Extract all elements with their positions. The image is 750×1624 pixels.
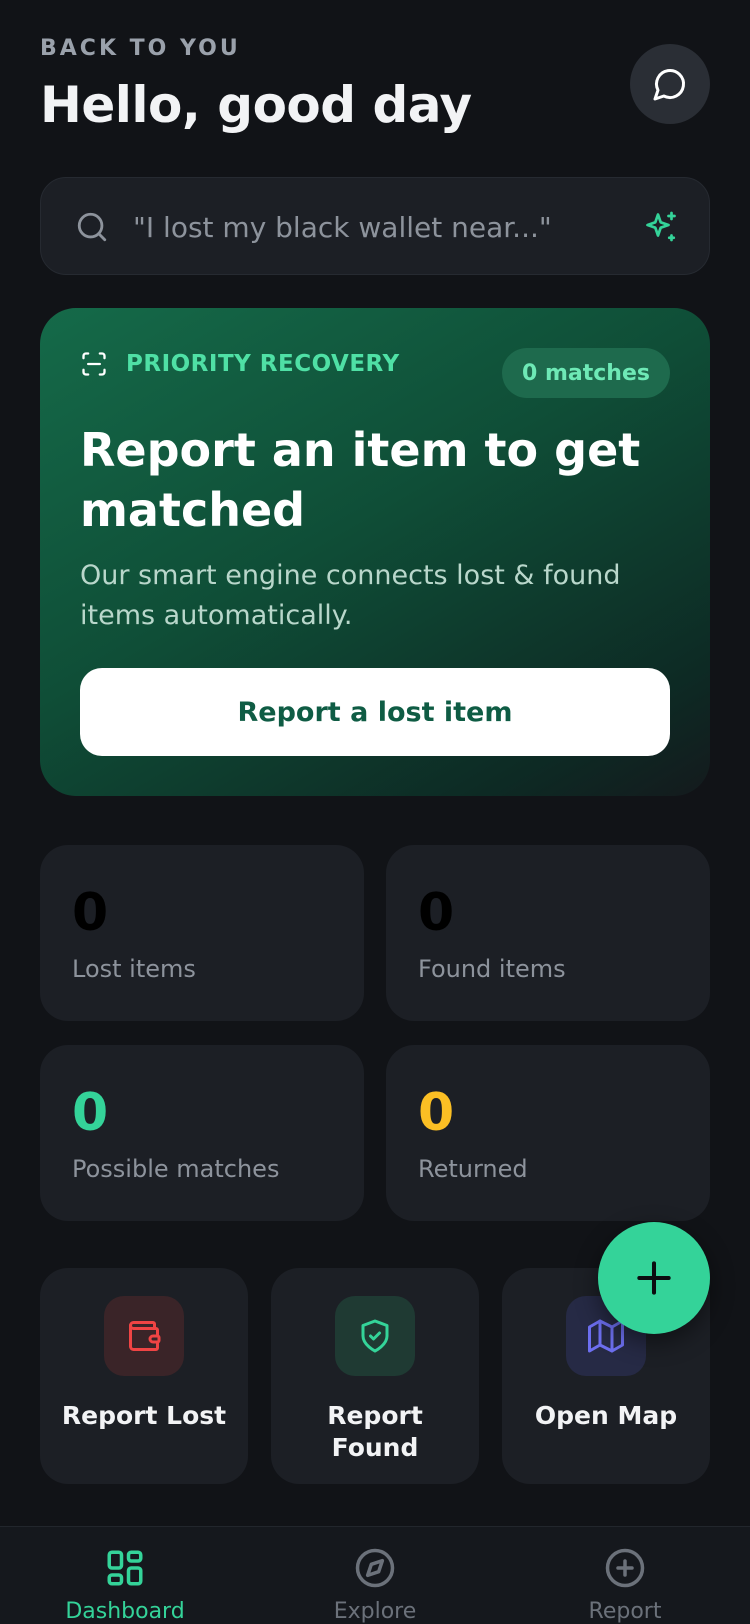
action-icon-tile (335, 1296, 415, 1376)
plus-icon (637, 1261, 671, 1295)
plus-circle-icon (605, 1548, 645, 1588)
hero-tag: PRIORITY RECOVERY (80, 350, 400, 378)
stat-found-items[interactable]: 0 Found items (386, 845, 710, 1021)
nav-report[interactable]: Report (500, 1527, 750, 1624)
page-title: Hello, good day (40, 76, 472, 134)
stat-value: 0 (418, 883, 455, 943)
shield-check-icon (361, 1319, 389, 1353)
stat-label: Possible matches (72, 1155, 280, 1183)
dashboard-screen: BACK TO YOU Hello, good day PRIORITY REC… (0, 0, 750, 1624)
add-fab-button[interactable] (598, 1222, 710, 1334)
matches-badge: 0 matches (502, 348, 670, 398)
report-found-action[interactable]: Report Found (271, 1268, 479, 1484)
search-bar[interactable] (40, 177, 710, 275)
nav-dashboard[interactable]: Dashboard (0, 1527, 250, 1624)
compass-icon (355, 1548, 395, 1588)
report-lost-item-button[interactable]: Report a lost item (80, 668, 670, 756)
grid-icon (107, 1550, 143, 1586)
search-icon (77, 212, 107, 242)
stat-label: Returned (418, 1155, 528, 1183)
stat-value: 0 (72, 883, 109, 943)
stat-label: Found items (418, 955, 566, 983)
map-icon (588, 1319, 624, 1353)
action-label: Report Found (327, 1401, 423, 1462)
stat-returned[interactable]: 0 Returned (386, 1045, 710, 1221)
hero-tag-label: PRIORITY RECOVERY (126, 351, 400, 377)
scan-frame-icon (82, 352, 106, 376)
report-lost-action[interactable]: Report Lost (40, 1268, 248, 1484)
header-eyebrow: BACK TO YOU (40, 36, 241, 61)
action-label: Open Map (534, 1401, 678, 1430)
stat-possible-matches[interactable]: 0 Possible matches (40, 1045, 364, 1221)
hero-title: Report an item to get matched (80, 423, 641, 537)
nav-label: Dashboard (65, 1599, 185, 1624)
stat-value: 0 (72, 1083, 109, 1143)
bottom-nav: Dashboard Explore Report (0, 1526, 750, 1624)
chat-button[interactable] (630, 44, 710, 124)
stat-label: Lost items (72, 955, 196, 983)
nav-explore[interactable]: Explore (250, 1527, 500, 1624)
stat-value: 0 (418, 1083, 455, 1143)
action-label: Report Lost (61, 1401, 227, 1430)
action-icon-tile (104, 1296, 184, 1376)
sparkle-icon[interactable] (643, 210, 679, 246)
stat-lost-items[interactable]: 0 Lost items (40, 845, 364, 1021)
search-input[interactable] (133, 202, 653, 252)
hero-subtitle: Our smart engine connects lost & found i… (80, 560, 621, 631)
wallet-icon (129, 1321, 161, 1351)
priority-recovery-card: PRIORITY RECOVERY 0 matches Report an it… (40, 308, 710, 796)
chat-bubble-icon (653, 68, 686, 101)
nav-label: Report (588, 1599, 662, 1624)
nav-label: Explore (333, 1599, 417, 1624)
